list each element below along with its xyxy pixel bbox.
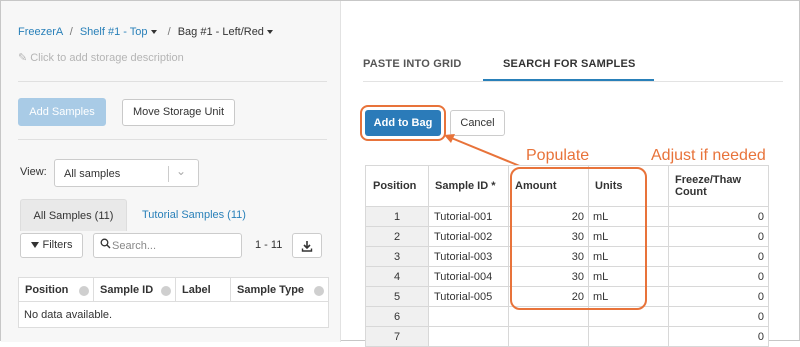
highlight-add-to-bag bbox=[360, 105, 446, 141]
active-tab-indicator bbox=[483, 79, 654, 81]
move-storage-unit-button[interactable]: Move Storage Unit bbox=[122, 99, 235, 126]
grid-cell-freeze-thaw[interactable]: 0 bbox=[668, 266, 769, 287]
filter-icon bbox=[30, 242, 39, 249]
samples-table-empty: No data available. bbox=[18, 302, 329, 328]
sort-icon[interactable] bbox=[79, 286, 89, 296]
samples-table-header: Position Sample ID Label Sample Type bbox=[18, 277, 329, 303]
grid-cell-sample-id[interactable]: Tutorial-002 bbox=[428, 226, 509, 247]
view-label: View: bbox=[20, 166, 47, 178]
grid-cell-sample-id[interactable]: Tutorial-005 bbox=[428, 286, 509, 307]
filters-button[interactable]: Filters bbox=[20, 233, 83, 258]
grid-cell-sample-id[interactable]: Tutorial-004 bbox=[428, 266, 509, 287]
divider bbox=[18, 139, 327, 140]
view-select[interactable]: All samples ⌄ bbox=[54, 159, 199, 187]
grid-cell-position: 4 bbox=[365, 266, 429, 287]
divider bbox=[18, 81, 327, 82]
breadcrumb-shelf[interactable]: Shelf #1 - Top bbox=[80, 26, 148, 38]
chevron-down-icon[interactable]: ⌄ bbox=[176, 164, 186, 178]
filters-label: Filters bbox=[42, 239, 73, 251]
grid-cell-position: 1 bbox=[365, 206, 429, 227]
grid-cell-freeze-thaw[interactable]: 0 bbox=[668, 226, 769, 247]
highlight-populate-columns bbox=[510, 167, 647, 310]
grid-cell-position: 3 bbox=[365, 246, 429, 267]
grid-header-sample-id: Sample ID * bbox=[428, 165, 509, 207]
tab-tutorial-samples[interactable]: Tutorial Samples (11) bbox=[142, 209, 246, 221]
grid-header-position: Position bbox=[365, 165, 429, 207]
grid-cell-sample-id[interactable]: Tutorial-001 bbox=[428, 206, 509, 227]
column-header[interactable]: Label bbox=[176, 278, 231, 303]
grid-cell-freeze-thaw[interactable]: 0 bbox=[668, 326, 769, 347]
storage-description[interactable]: ✎ Click to add storage description bbox=[18, 51, 184, 64]
grid-cell-position: 7 bbox=[365, 326, 429, 347]
select-divider bbox=[168, 166, 169, 182]
grid-cell-position: 2 bbox=[365, 226, 429, 247]
breadcrumb-freezer[interactable]: FreezerA bbox=[18, 26, 63, 38]
breadcrumb-bag[interactable]: Bag #1 - Left/Red bbox=[178, 26, 264, 38]
download-icon bbox=[301, 239, 313, 257]
paging-info: 1 - 11 bbox=[255, 239, 283, 251]
grid-cell-freeze-thaw[interactable]: 0 bbox=[668, 246, 769, 267]
search-icon bbox=[100, 238, 111, 252]
download-button[interactable] bbox=[292, 233, 322, 258]
storage-description-placeholder: Click to add storage description bbox=[30, 52, 184, 64]
tab-paste-into-grid[interactable]: PASTE INTO GRID bbox=[363, 58, 462, 70]
grid-cell-units[interactable] bbox=[588, 326, 669, 347]
grid-cell-freeze-thaw[interactable]: 0 bbox=[668, 306, 769, 327]
grid-cell-freeze-thaw[interactable]: 0 bbox=[668, 206, 769, 227]
column-header[interactable]: Sample Type bbox=[231, 278, 328, 303]
search-placeholder: Search... bbox=[112, 240, 157, 252]
view-select-value: All samples bbox=[64, 168, 121, 180]
breadcrumb-separator: / bbox=[69, 26, 73, 38]
chevron-down-icon[interactable] bbox=[150, 29, 157, 34]
grid-cell-amount[interactable] bbox=[508, 326, 589, 347]
search-input[interactable]: Search... bbox=[93, 233, 242, 258]
add-samples-button[interactable]: Add Samples bbox=[18, 98, 106, 126]
grid-cell-position: 6 bbox=[365, 306, 429, 327]
tab-divider bbox=[363, 81, 783, 82]
chevron-down-icon[interactable] bbox=[266, 29, 273, 34]
annotation-adjust: Adjust if needed bbox=[651, 147, 766, 164]
grid-row: 7 0 bbox=[365, 326, 769, 347]
grid-cell-sample-id[interactable] bbox=[428, 326, 509, 347]
breadcrumb: FreezerA / Shelf #1 - Top / Bag #1 - Lef… bbox=[18, 26, 277, 38]
grid-cell-sample-id[interactable]: Tutorial-003 bbox=[428, 246, 509, 267]
storage-detail-panel: FreezerA / Shelf #1 - Top / Bag #1 - Lef… bbox=[1, 1, 341, 342]
grid-header-freeze-thaw: Freeze/Thaw Count bbox=[668, 165, 769, 207]
grid-cell-freeze-thaw[interactable]: 0 bbox=[668, 286, 769, 307]
sort-icon[interactable] bbox=[314, 286, 324, 296]
tab-search-for-samples[interactable]: SEARCH FOR SAMPLES bbox=[503, 58, 636, 70]
column-header[interactable]: Sample ID bbox=[94, 278, 176, 303]
grid-cell-sample-id[interactable] bbox=[428, 306, 509, 327]
grid-cell-position: 5 bbox=[365, 286, 429, 307]
edit-icon: ✎ bbox=[18, 52, 28, 64]
column-header[interactable]: Position bbox=[19, 278, 94, 303]
sort-icon[interactable] bbox=[161, 286, 171, 296]
breadcrumb-separator: / bbox=[167, 26, 171, 38]
tab-all-samples[interactable]: All Samples (11) bbox=[20, 199, 127, 231]
